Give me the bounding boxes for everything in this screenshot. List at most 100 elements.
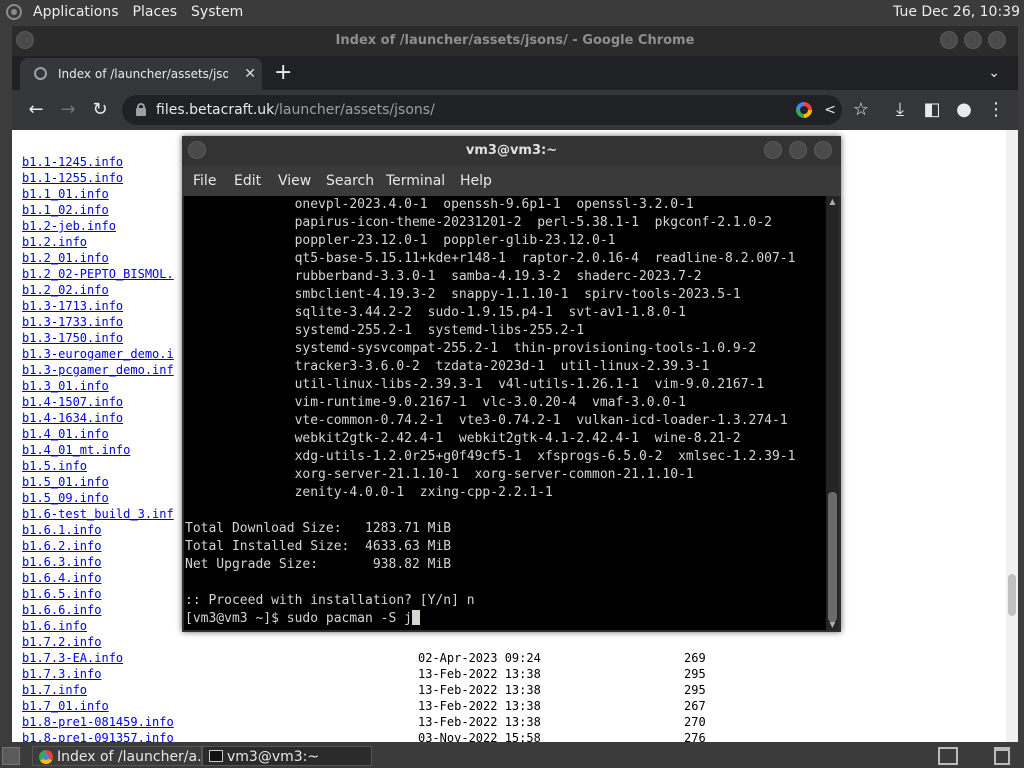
address-bar[interactable]: files.betacraft.uk/launcher/assets/jsons…	[122, 95, 842, 125]
listing-file-link[interactable]: b1.5.info	[22, 458, 87, 474]
listing-file-link[interactable]: b1.8-pre1-091357.info	[22, 730, 174, 742]
trash-icon[interactable]	[994, 747, 1010, 765]
listing-file-link[interactable]: b1.3-eurogamer_demo.i	[22, 346, 174, 362]
listing-file-link[interactable]: b1.6-test_build_3.inf	[22, 506, 174, 522]
lock-icon[interactable]	[136, 103, 146, 116]
listing-size: 295	[684, 683, 706, 697]
terminal-line: systemd-255.2-1 systemd-libs-255.2-1	[185, 323, 585, 338]
terminal-menu-file[interactable]: File	[193, 166, 216, 196]
terminal-close-button[interactable]	[814, 141, 832, 159]
terminal-scrollbar-thumb[interactable]	[828, 492, 837, 622]
terminal-line: tracker3-3.6.0-2 tzdata-2023d-1 util-lin…	[185, 359, 710, 374]
terminal-line: papirus-icon-theme-20231201-2 perl-5.38.…	[185, 215, 772, 230]
menu-places[interactable]: Places	[126, 0, 185, 24]
listing-file-link[interactable]: b1.6.4.info	[22, 570, 101, 586]
url-text[interactable]: files.betacraft.uk/launcher/assets/jsons…	[156, 95, 435, 125]
taskbar-chrome-label: Index of /launcher/a...	[57, 749, 202, 765]
taskbar-chrome-button[interactable]: Index of /launcher/a...	[32, 746, 202, 766]
listing-file-link[interactable]: b1.1-1245.info	[22, 154, 123, 170]
tab-active[interactable]: Index of /launcher/assets/json ✕	[20, 58, 262, 90]
terminal-minimize-button[interactable]	[764, 141, 782, 159]
bookmark-star-icon[interactable]: ☆	[848, 90, 874, 130]
listing-file-link[interactable]: b1.2_01.info	[22, 250, 109, 266]
terminal-line: vim-runtime-9.0.2167-1 vlc-3.0.20-4 vmaf…	[185, 395, 686, 410]
listing-file-link[interactable]: b1.3-1750.info	[22, 330, 123, 346]
google-lens-icon[interactable]	[796, 102, 812, 118]
listing-file-link[interactable]: b1.1_02.info	[22, 202, 109, 218]
tab-close-icon[interactable]: ✕	[244, 58, 256, 90]
terminal-maximize-button[interactable]	[789, 141, 807, 159]
download-icon[interactable]: ⤓	[887, 90, 913, 130]
page-scrollbar[interactable]	[1006, 130, 1018, 742]
terminal-cursor	[411, 610, 420, 625]
listing-file-link[interactable]: b1.6.3.info	[22, 554, 101, 570]
listing-file-link[interactable]: b1.1-1255.info	[22, 170, 123, 186]
listing-file-link[interactable]: b1.4_01_mt.info	[22, 442, 130, 458]
terminal-titlebar[interactable]: vm3@vm3:~	[182, 136, 841, 166]
listing-file-link[interactable]: b1.7.3-EA.info	[22, 650, 123, 666]
listing-file-link[interactable]: b1.6.1.info	[22, 522, 101, 538]
new-tab-button[interactable]: +	[274, 56, 292, 90]
terminal-menu-search[interactable]: Search	[326, 166, 374, 196]
listing-file-link[interactable]: b1.3-1713.info	[22, 298, 123, 314]
terminal-menubar: File Edit View Search Terminal Help	[182, 166, 841, 196]
terminal-menu-terminal[interactable]: Terminal	[386, 166, 445, 196]
share-icon[interactable]: <	[824, 95, 836, 125]
listing-file-link[interactable]: b1.3-pcgamer_demo.inf	[22, 362, 174, 378]
listing-size: 269	[684, 651, 706, 665]
back-arrow-icon[interactable]: ←	[23, 90, 49, 130]
listing-file-link[interactable]: b1.5_09.info	[22, 490, 109, 506]
listing-file-link[interactable]: b1.4-1507.info	[22, 394, 123, 410]
maximize-button[interactable]	[964, 31, 982, 49]
listing-file-link[interactable]: b1.5_01.info	[22, 474, 109, 490]
terminal-menu-help[interactable]: Help	[460, 166, 492, 196]
chrome-titlebar[interactable]: Index of /launcher/assets/jsons/ - Googl…	[12, 26, 1018, 56]
tab-search-chevron-icon[interactable]: ⌄	[988, 56, 1000, 90]
page-scrollbar-thumb[interactable]	[1008, 574, 1016, 616]
close-button[interactable]	[988, 31, 1006, 49]
profile-avatar-icon[interactable]: ●	[951, 90, 977, 130]
forward-arrow-icon[interactable]: →	[55, 90, 81, 130]
listing-file-link[interactable]: b1.6.6.info	[22, 602, 101, 618]
listing-file-link[interactable]: b1.4_01.info	[22, 426, 109, 442]
listing-file-link[interactable]: b1.7_01.info	[22, 698, 109, 714]
listing-file-link[interactable]: b1.7.3.info	[22, 666, 101, 682]
clock[interactable]: Tue Dec 26, 10:39	[893, 0, 1020, 24]
listing-file-link[interactable]: b1.3-1733.info	[22, 314, 123, 330]
terminal-menu-view[interactable]: View	[278, 166, 311, 196]
listing-file-link[interactable]: b1.2_02.info	[22, 282, 109, 298]
listing-file-link[interactable]: b1.3_01.info	[22, 378, 109, 394]
bottom-panel: Index of /launcher/a... vm3@vm3:~	[0, 744, 1024, 768]
minimize-button[interactable]	[940, 31, 958, 49]
distro-logo-icon[interactable]	[6, 4, 22, 20]
listing-file-link[interactable]: b1.1_01.info	[22, 186, 109, 202]
side-panel-icon[interactable]: ◧	[919, 90, 945, 130]
terminal-window-title: vm3@vm3:~	[465, 143, 558, 158]
listing-file-link[interactable]: b1.8-pre1-081459.info	[22, 714, 174, 730]
terminal-line: Total Download Size: 1283.71 MiB	[185, 521, 452, 536]
listing-file-link[interactable]: b1.7.2.info	[22, 634, 101, 650]
listing-file-link[interactable]: b1.2.info	[22, 234, 87, 250]
menu-system[interactable]: System	[184, 0, 250, 24]
listing-date: 13-Feb-2022 13:38	[418, 715, 541, 729]
reload-icon[interactable]: ↻	[87, 90, 113, 130]
scroll-up-arrow-icon[interactable]: ▲	[826, 197, 839, 206]
listing-file-link[interactable]: b1.6.5.info	[22, 586, 101, 602]
listing-file-link[interactable]: b1.2-jeb.info	[22, 218, 116, 234]
kebab-menu-icon[interactable]: ⋮	[983, 90, 1009, 130]
listing-file-link[interactable]: b1.6.info	[22, 618, 87, 634]
terminal-output[interactable]: onevpl-2023.4.0-1 openssh-9.6p1-1 openss…	[184, 196, 826, 630]
scroll-down-arrow-icon[interactable]: ▼	[826, 620, 839, 629]
listing-size: 276	[684, 731, 706, 742]
terminal-prompt-line[interactable]: [vm3@vm3 ~]$ sudo pacman -S j	[185, 610, 420, 628]
terminal-menu-edit[interactable]: Edit	[234, 166, 261, 196]
listing-file-link[interactable]: b1.6.2.info	[22, 538, 101, 554]
menu-applications[interactable]: Applications	[26, 0, 126, 24]
workspace-switcher-icon[interactable]	[938, 747, 958, 765]
listing-file-link[interactable]: b1.4-1634.info	[22, 410, 123, 426]
terminal-scrollbar[interactable]: ▲ ▼	[826, 196, 839, 630]
listing-file-link[interactable]: b1.2_02-PEPTO_BISMOL.	[22, 266, 174, 282]
show-desktop-icon[interactable]	[2, 747, 20, 765]
listing-file-link[interactable]: b1.7.info	[22, 682, 87, 698]
taskbar-terminal-button[interactable]: vm3@vm3:~	[202, 746, 372, 766]
